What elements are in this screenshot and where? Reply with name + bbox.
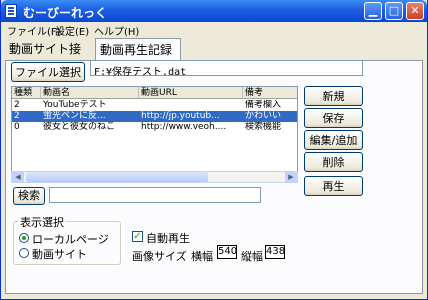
cell-note: 検索機能 (245, 122, 282, 132)
scroll-thumb[interactable] (26, 172, 208, 182)
horizontal-scrollbar[interactable]: ◀ ▶ (11, 171, 298, 183)
window-title: むーびーれっく (23, 6, 108, 20)
new-button[interactable]: 新規 (304, 86, 363, 106)
autoplay-checkbox[interactable]: ✓ (132, 231, 143, 242)
edit-add-button[interactable]: 編集/追加 (304, 130, 363, 150)
play-button[interactable]: 再生 (304, 176, 363, 196)
app-icon (5, 4, 17, 18)
record-table[interactable]: 種類 動画名 動画URL 備考 2 YouTubeテスト 備考欄入 2 蛍光ペン… (11, 86, 298, 178)
cell-note: 備考欄入 (245, 100, 282, 110)
radio-video-site-label[interactable]: 動画サイト (32, 246, 87, 262)
menu-help[interactable]: ヘルプ(H) (94, 23, 139, 38)
close-icon: ✕ (410, 4, 420, 17)
cell-url: http://www.veoh.... (141, 122, 227, 132)
table-header: 種類 動画名 動画URL 備考 (12, 87, 297, 99)
tab-playback-log[interactable]: 動画再生記録 (95, 38, 181, 61)
file-path-field[interactable]: F:¥保存テスト.dat (90, 60, 363, 78)
height-field[interactable]: 438 (265, 245, 285, 259)
close-button[interactable]: ✕ (406, 2, 424, 20)
width-label: 横幅 (191, 250, 213, 263)
image-size-label: 画像サイズ (132, 250, 187, 263)
menu-bar: ファイル(F) 設定(E) ヘルプ(H) (1, 22, 427, 38)
title-bar[interactable]: むーびーれっく ▁ □ ✕ (1, 0, 427, 22)
cell-note: かわいい (245, 111, 282, 121)
tab-site-connection[interactable]: 動画サイト接続 (5, 38, 95, 73)
cell-type: 2 (14, 100, 20, 110)
delete-button[interactable]: 削除 (304, 152, 363, 172)
scroll-right-icon[interactable]: ▶ (285, 172, 297, 182)
menu-settings[interactable]: 設定(E) (55, 23, 89, 38)
menu-file[interactable]: ファイル(F) (7, 23, 61, 38)
radio-local-page-label[interactable]: ローカルページ (32, 231, 109, 247)
height-label: 縦幅 (241, 250, 263, 263)
cell-url: http://jp.youtub... (141, 111, 220, 121)
app-window: むーびーれっく ▁ □ ✕ ファイル(F) 設定(E) ヘルプ(H) 動画サイト… (0, 0, 428, 300)
cell-name: 彼女と彼女のねこ (43, 122, 116, 132)
cell-type: 2 (14, 111, 20, 121)
minimize-icon: ▁ (368, 4, 378, 17)
minimize-button[interactable]: ▁ (364, 2, 382, 20)
column-header-note[interactable]: 備考 (243, 87, 297, 99)
maximize-button[interactable]: □ (385, 2, 403, 20)
cell-type: 0 (14, 122, 20, 132)
table-row[interactable]: 2 YouTubeテスト 備考欄入 (12, 100, 297, 111)
width-field[interactable]: 540 (217, 245, 237, 259)
search-input[interactable] (49, 187, 261, 203)
maximize-icon: □ (388, 4, 400, 17)
column-header-name[interactable]: 動画名 (41, 87, 139, 99)
search-button[interactable]: 検索 (13, 187, 45, 205)
display-select-label: 表示選択 (18, 214, 66, 230)
table-row-selected[interactable]: 2 蛍光ペンに反... http://jp.youtub... かわいい (12, 111, 297, 122)
cell-name: YouTubeテスト (43, 100, 107, 110)
file-select-button[interactable]: ファイル選択 (11, 62, 85, 82)
autoplay-label[interactable]: 自動再生 (146, 230, 190, 246)
save-button[interactable]: 保存 (304, 108, 363, 128)
table-row[interactable]: 0 彼女と彼女のねこ http://www.veoh.... 検索機能 (12, 122, 297, 133)
scroll-left-icon[interactable]: ◀ (12, 172, 24, 182)
cell-url (139, 100, 243, 111)
column-header-type[interactable]: 種類 (12, 87, 41, 99)
radio-video-site[interactable] (19, 248, 29, 258)
cell-name: 蛍光ペンに反... (43, 111, 106, 121)
column-header-url[interactable]: 動画URL (139, 87, 243, 99)
radio-local-page[interactable] (19, 233, 29, 243)
